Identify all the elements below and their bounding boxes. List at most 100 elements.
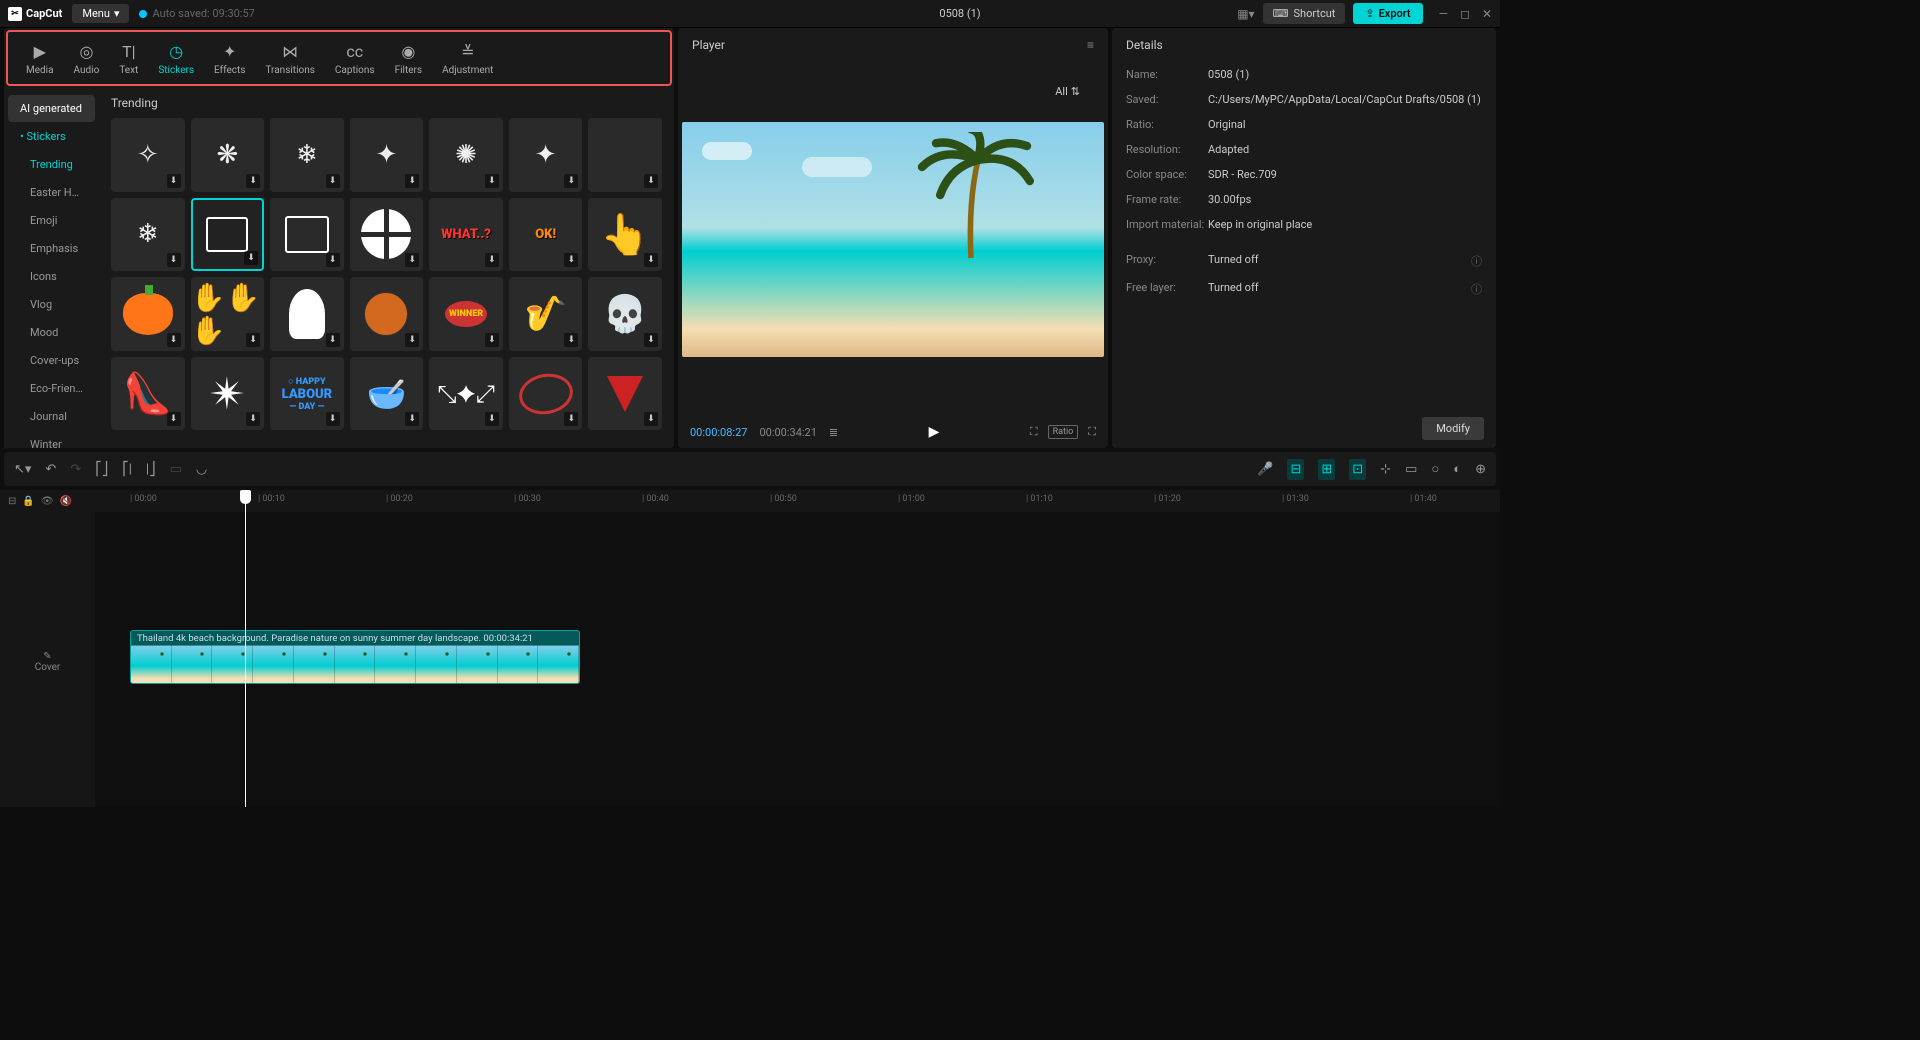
magnet-on-icon[interactable]: ⊟ [1287,459,1304,480]
download-icon[interactable]: ⬇ [326,174,340,188]
shortcut-button[interactable]: ⌨ Shortcut [1263,3,1346,24]
sticker-item[interactable]: 🥣⬇ [350,357,424,431]
menu-button[interactable]: Menu ▾ [72,4,129,23]
link-on-icon[interactable]: ⊞ [1318,459,1335,480]
sidebar-item-winter[interactable]: Winter [8,431,95,448]
sticker-item[interactable]: ⬇ [350,198,424,272]
tab-media[interactable]: ▶Media [16,38,64,84]
download-icon[interactable]: ⬇ [405,174,419,188]
split-left-button[interactable]: ⎡| [122,462,132,477]
track-lock-icon[interactable]: 🔒 [22,496,34,507]
sidebar-item-cover-ups[interactable]: Cover-ups [8,347,95,374]
timeline-tracks[interactable]: | 00:00| 00:10| 00:20| 00:30| 00:40| 00:… [95,490,1500,807]
sticker-item[interactable]: ⬇ [270,198,344,272]
zoom-slider-icon[interactable]: ◐ [1453,461,1461,477]
download-icon[interactable]: ⬇ [326,253,340,267]
download-icon[interactable]: ⬇ [405,412,419,426]
sidebar-item-journal[interactable]: Journal [8,403,95,430]
sticker-item[interactable]: ⬇ [588,118,662,192]
download-icon[interactable]: ⬇ [485,253,499,267]
sidebar-item-emoji[interactable]: Emoji [8,207,95,234]
sticker-item[interactable]: ⬇ [588,357,662,431]
preview-area[interactable] [678,62,1108,416]
sidebar-header-stickers[interactable]: Stickers [8,123,95,150]
track-collapse-icon[interactable]: ⊟ [8,496,16,507]
sticker-item[interactable]: ⬇ [509,357,583,431]
sticker-item[interactable]: ⤡✦⤢⬇ [429,357,503,431]
sticker-item[interactable]: ⬇ [350,277,424,351]
tab-adjustment[interactable]: ≚Adjustment [432,38,503,84]
delete-button[interactable]: ▭ [170,462,182,477]
download-icon[interactable]: ⬇ [246,412,260,426]
marker-button[interactable]: ◡ [196,462,207,477]
download-icon[interactable]: ⬇ [644,174,658,188]
zoom-out-icon[interactable]: ○ [1431,461,1439,477]
sticker-item[interactable]: 👠⬇ [111,357,185,431]
redo-button[interactable]: ↷ [70,462,81,477]
tab-effects[interactable]: ✦Effects [204,38,255,84]
download-icon[interactable]: ⬇ [405,333,419,347]
preview-icon[interactable]: ▭ [1405,462,1417,477]
download-icon[interactable]: ⬇ [167,412,181,426]
sticker-item[interactable]: 💀⬇ [588,277,662,351]
playhead[interactable] [245,490,246,807]
sticker-item[interactable]: 🎷⬇ [509,277,583,351]
tab-stickers[interactable]: ◷Stickers [148,38,204,84]
minimize-button[interactable]: ― [1439,7,1448,21]
download-icon[interactable]: ⬇ [167,174,181,188]
time-ruler[interactable]: | 00:00| 00:10| 00:20| 00:30| 00:40| 00:… [95,490,1500,512]
cover-button[interactable]: ✎ Cover [0,647,95,677]
download-icon[interactable]: ⬇ [485,333,499,347]
download-icon[interactable]: ⬇ [485,174,499,188]
sticker-item[interactable]: ⬇ [191,198,265,272]
download-icon[interactable]: ⬇ [246,333,260,347]
track-mute-icon[interactable]: 🔇 [60,496,72,507]
player-menu-icon[interactable]: ≡ [1087,38,1094,52]
download-icon[interactable]: ⬇ [564,253,578,267]
snap-on-icon[interactable]: ⊡ [1349,459,1366,480]
export-button[interactable]: ⇪ Export [1353,3,1422,24]
tab-captions[interactable]: ccCaptions [325,38,385,84]
track-visible-icon[interactable]: 👁 [41,496,54,507]
sticker-item[interactable]: 👆⬇ [588,198,662,272]
sticker-item[interactable]: WINNER⬇ [429,277,503,351]
tab-transitions[interactable]: ⋈Transitions [255,38,324,84]
download-icon[interactable]: ⬇ [644,333,658,347]
sidebar-item-easter-holi-[interactable]: Easter Holi... [8,179,95,206]
sticker-item[interactable]: ✦⬇ [350,118,424,192]
sticker-item[interactable]: WHAT..?⬇ [429,198,503,272]
ratio-button[interactable]: Ratio [1048,425,1079,439]
download-icon[interactable]: ⬇ [244,251,258,265]
ai-generated-button[interactable]: AI generated [8,95,95,122]
sticker-item[interactable]: ✋✋✋⬇ [191,277,265,351]
sidebar-item-emphasis[interactable]: Emphasis [8,235,95,262]
tab-filters[interactable]: ◉Filters [385,38,433,84]
fullscreen-icon[interactable]: ⛶ [1088,425,1096,439]
sticker-item[interactable]: ✧⬇ [111,118,185,192]
download-icon[interactable]: ⬇ [485,412,499,426]
info-icon[interactable]: ⓘ [1471,253,1482,269]
play-button[interactable]: ▶ [929,424,940,440]
select-tool[interactable]: ↖▾ [14,462,31,477]
split-button[interactable]: ⎡⎦ [95,462,108,477]
video-clip[interactable]: Thailand 4k beach background. Paradise n… [130,630,580,684]
scan-icon[interactable]: ⛶ [1030,425,1038,439]
sticker-item[interactable]: ✴⬇ [191,357,265,431]
sidebar-item-vlog[interactable]: Vlog [8,291,95,318]
close-button[interactable]: ✕ [1482,7,1492,21]
sticker-item[interactable]: ○ HAPPYLABOUR— DAY —⬇ [270,357,344,431]
info-icon[interactable]: ⓘ [1471,281,1482,297]
undo-button[interactable]: ↶ [45,462,56,477]
sticker-item[interactable]: ⬇ [270,277,344,351]
quality-icon[interactable]: ≣ [829,426,838,439]
download-icon[interactable]: ⬇ [564,333,578,347]
sticker-item[interactable]: ❄⬇ [270,118,344,192]
sidebar-item-icons[interactable]: Icons [8,263,95,290]
align-icon[interactable]: ⊹ [1380,462,1391,477]
download-icon[interactable]: ⬇ [564,412,578,426]
sticker-item[interactable]: ⬇ [111,277,185,351]
download-icon[interactable]: ⬇ [326,412,340,426]
download-icon[interactable]: ⬇ [246,174,260,188]
sidebar-item-trending[interactable]: Trending [8,151,95,178]
layout-icon[interactable]: ▦▾ [1237,7,1254,21]
